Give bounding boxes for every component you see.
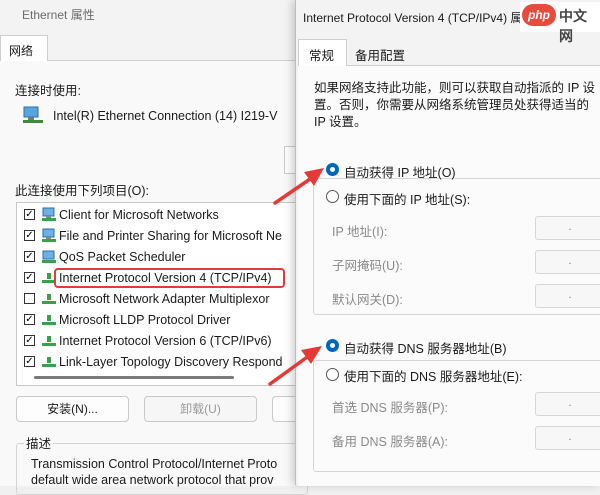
tab-network[interactable]: 网络	[0, 35, 48, 61]
list-item-label: QoS Packet Scheduler	[59, 250, 186, 264]
tab-alternate-configuration[interactable]: 备用配置	[355, 45, 405, 64]
description-text: Transmission Control Protocol/Internet P…	[31, 456, 301, 488]
list-item-label: File and Printer Sharing for Microsoft N…	[59, 229, 283, 243]
manual-ip-label[interactable]: 使用下面的 IP 地址(S):	[344, 189, 475, 208]
description-label: 描述	[24, 433, 54, 452]
protocol-icon	[42, 357, 56, 367]
checked-checkbox[interactable]: ✓	[24, 356, 35, 367]
adapter-name: Intel(R) Ethernet Connection (14) I219-V	[53, 109, 278, 123]
alternate-dns-label: 备用 DNS 服务器(A):	[332, 435, 448, 449]
checked-checkbox[interactable]: ✓	[24, 209, 35, 220]
uninstall-button[interactable]: 卸载(U)	[144, 396, 257, 422]
default-gateway-field[interactable]: .	[535, 284, 600, 308]
ip-address-label: IP 地址(I):	[332, 225, 388, 239]
items-list-label: 此连接使用下列项目(O):	[15, 184, 150, 198]
description-line: Transmission Control Protocol/Internet P…	[31, 457, 278, 471]
list-scrollbar[interactable]	[34, 376, 234, 379]
window-title: Ethernet 属性	[22, 8, 95, 22]
dialog-title: Internet Protocol Version 4 (TCP/IPv4) 属…	[303, 11, 535, 25]
preferred-dns-field[interactable]: .	[535, 392, 600, 416]
tab-general[interactable]: 常规	[298, 39, 347, 66]
description-line: default wide area network protocol that …	[31, 473, 274, 487]
sharing-icon	[42, 228, 56, 242]
subnet-mask-field[interactable]: .	[535, 250, 600, 274]
alternate-dns-field[interactable]: .	[535, 426, 600, 450]
manual-ip-radio[interactable]	[326, 190, 339, 203]
list-item[interactable]: ✓ Link-Layer Topology Discovery Respond	[17, 352, 311, 372]
list-item[interactable]: ✓ Internet Protocol Version 6 (TCP/IPv6)	[17, 331, 311, 351]
list-item[interactable]: ✓ Client for Microsoft Networks	[17, 205, 311, 225]
network-adapter-icon	[23, 106, 43, 123]
install-button[interactable]: 安装(N)...	[16, 396, 129, 422]
default-gateway-label: 默认网关(D):	[332, 293, 403, 307]
protocol-icon	[42, 315, 56, 325]
list-item[interactable]: ✓ Microsoft LLDP Protocol Driver	[17, 310, 311, 330]
ip-address-field[interactable]: .	[535, 216, 600, 240]
list-item-label: Microsoft Network Adapter Multiplexor	[59, 292, 270, 306]
checked-checkbox[interactable]: ✓	[24, 251, 35, 262]
auto-ip-radio[interactable]	[326, 163, 339, 176]
checked-checkbox[interactable]: ✓	[24, 272, 35, 283]
list-item[interactable]: Microsoft Network Adapter Multiplexor	[17, 289, 311, 309]
auto-dns-label[interactable]: 自动获得 DNS 服务器地址(B)	[344, 338, 511, 357]
manual-dns-radio[interactable]	[326, 368, 339, 381]
ipv4-highlight-box	[54, 268, 285, 288]
auto-dns-radio[interactable]	[326, 339, 339, 352]
list-item[interactable]: ✓ QoS Packet Scheduler	[17, 247, 311, 267]
watermark-logo: php	[522, 4, 556, 26]
list-item-label: Client for Microsoft Networks	[59, 208, 219, 222]
preferred-dns-label: 首选 DNS 服务器(P):	[332, 401, 448, 415]
manual-dns-label[interactable]: 使用下面的 DNS 服务器地址(E):	[344, 366, 527, 385]
protocol-icon	[42, 294, 56, 304]
qos-icon	[42, 250, 56, 263]
subnet-mask-label: 子网掩码(U):	[332, 259, 403, 273]
list-item-label: Microsoft LLDP Protocol Driver	[59, 313, 231, 327]
list-item-label: Internet Protocol Version 6 (TCP/IPv6)	[59, 334, 272, 348]
connection-items-list[interactable]: ✓ Client for Microsoft Networks ✓ File and …	[16, 202, 312, 386]
auto-ip-label[interactable]: 自动获得 IP 地址(O)	[344, 162, 460, 181]
intro-text: 如果网络支持此功能，则可以获取自动指派的 IP 设置。否则，你需要从网络系统管理…	[314, 81, 596, 129]
checked-checkbox[interactable]: ✓	[24, 314, 35, 325]
connect-using-label: 连接时使用:	[15, 84, 81, 98]
checked-checkbox[interactable]: ✓	[24, 335, 35, 346]
checked-checkbox[interactable]: ✓	[24, 230, 35, 241]
list-item-label: Link-Layer Topology Discovery Respond	[59, 355, 283, 369]
network-client-icon	[42, 207, 56, 221]
protocol-icon	[42, 336, 56, 346]
unchecked-checkbox[interactable]	[24, 293, 35, 304]
watermark-text: 中文网	[559, 8, 587, 44]
list-item[interactable]: ✓ File and Printer Sharing for Microsoft …	[17, 226, 311, 246]
